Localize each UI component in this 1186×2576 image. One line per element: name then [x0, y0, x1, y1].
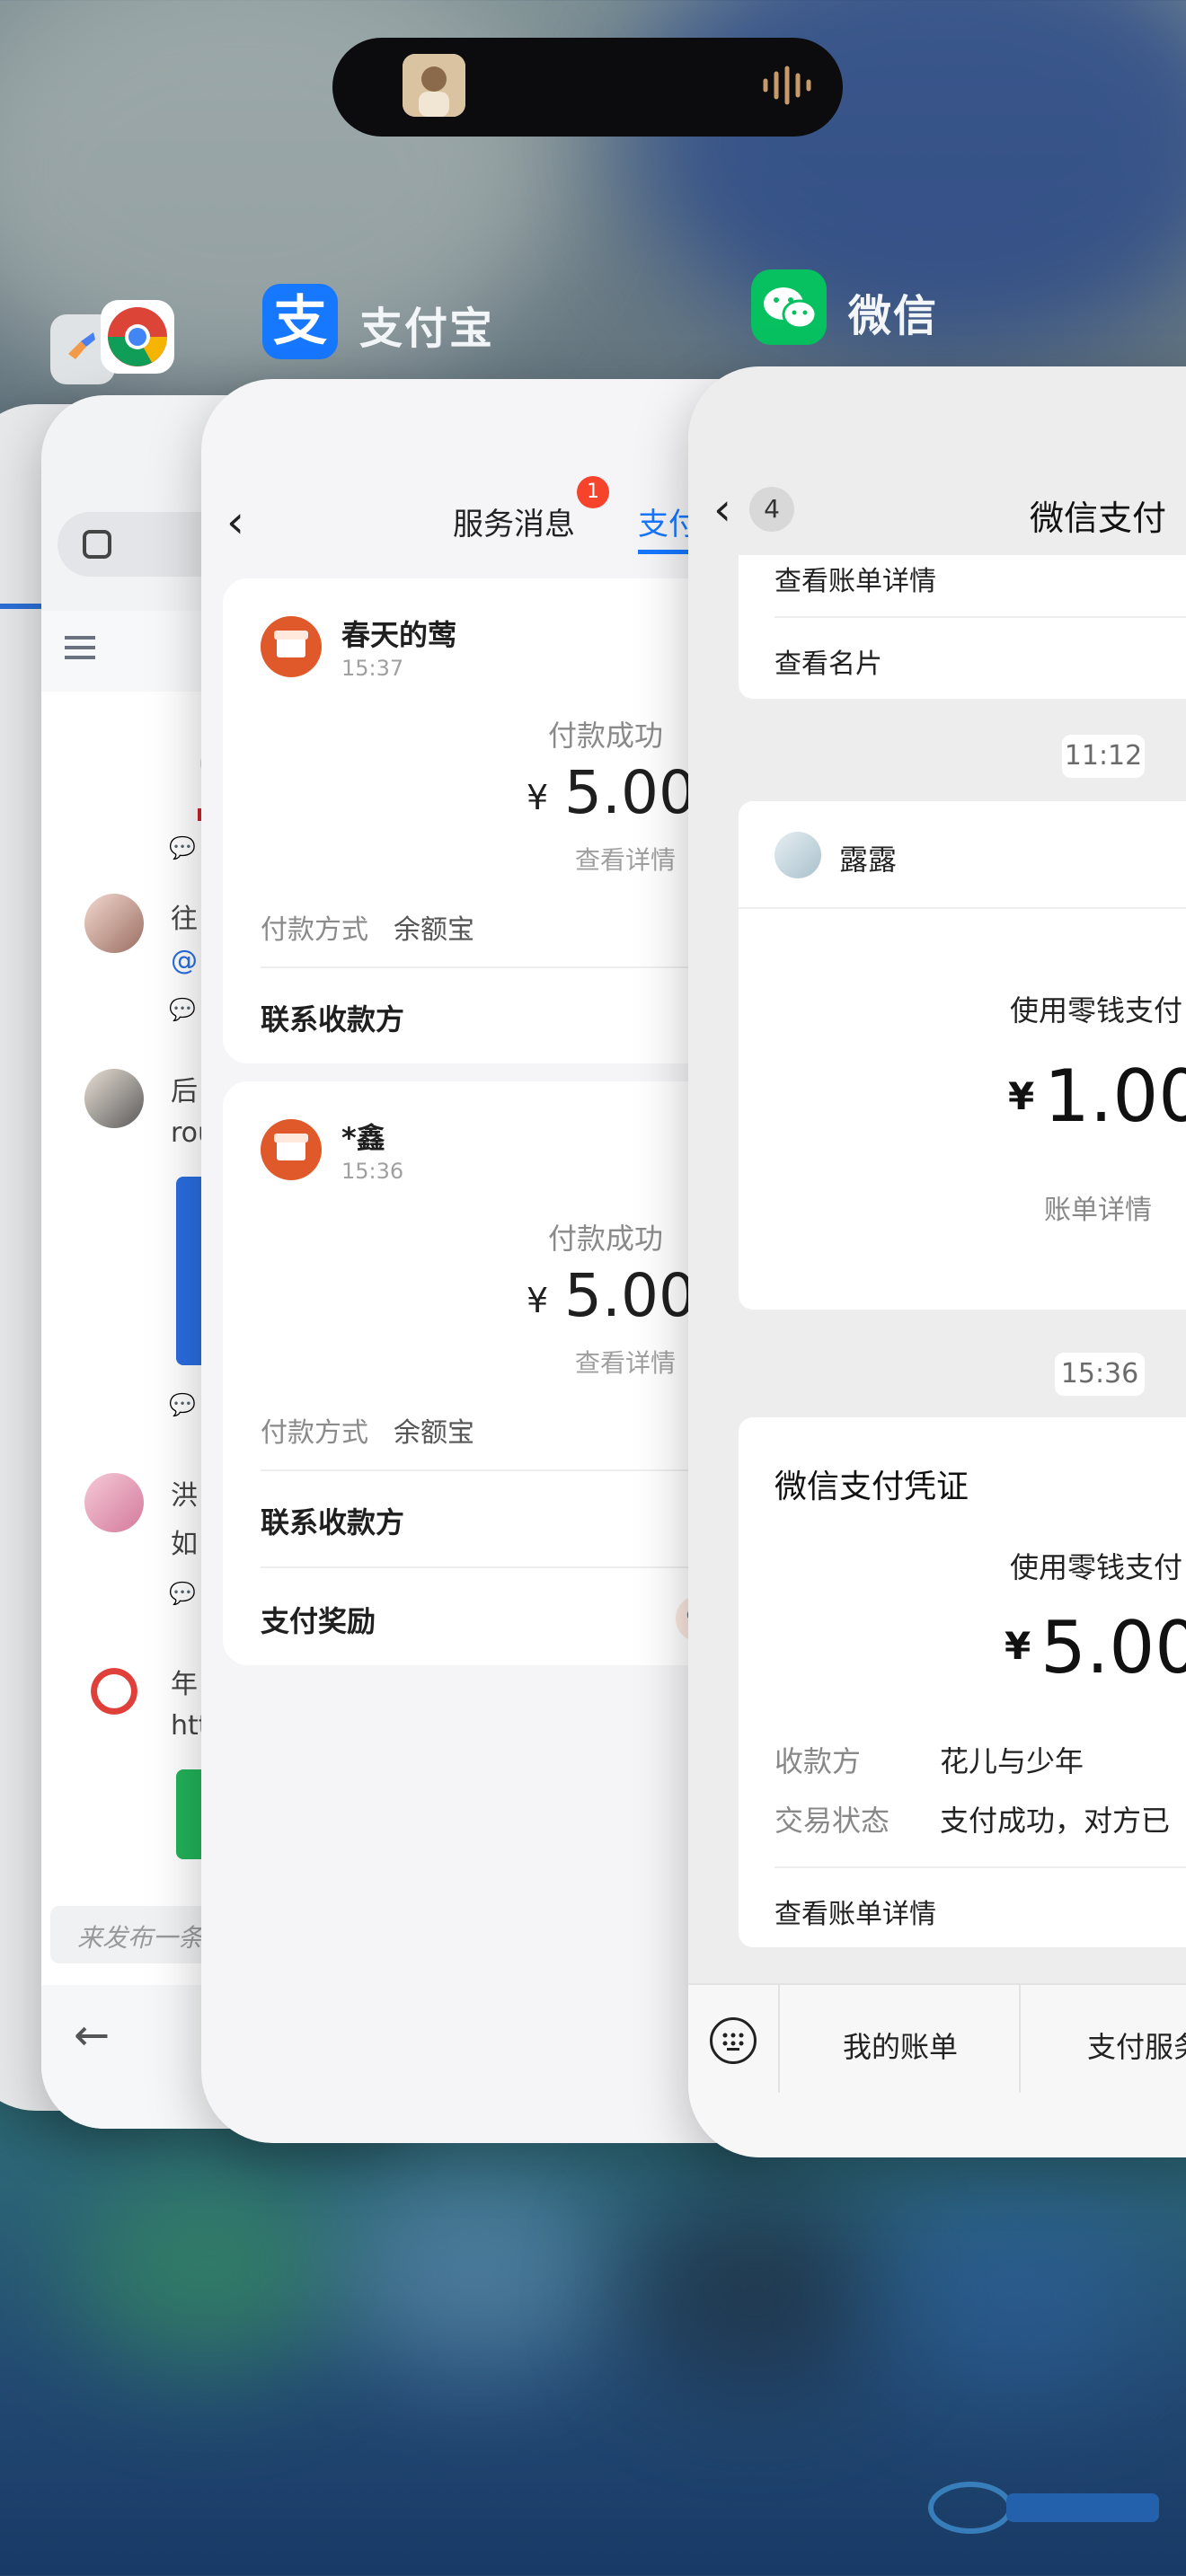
comment-icon[interactable]: 💬	[169, 997, 196, 1022]
back-chevron-icon[interactable]: ‹	[226, 496, 244, 548]
view-bill-link[interactable]: 查看账单详情	[774, 1892, 936, 1931]
payment-amount: 1.00	[1044, 1054, 1186, 1138]
store-icon	[261, 1119, 322, 1180]
voucher-title: 微信支付凭证	[774, 1469, 969, 1505]
currency-symbol: ¥	[1008, 1074, 1035, 1118]
pay-method-label: 付款方式	[261, 1417, 368, 1449]
post-input-placeholder: 来发布一条	[77, 1923, 204, 1953]
payment-desc: 使用零钱支付	[1010, 993, 1183, 1028]
feed-author: 往	[171, 904, 198, 935]
chat-title: 微信支付	[1030, 498, 1167, 538]
merchant-name: 春天的莺	[341, 618, 457, 652]
wechat-app-card[interactable]: ‹ 4 微信支付 查看账单详情 查看名片 11:12 露露 使用零钱支付 ¥ 1…	[688, 366, 1186, 2157]
payment-status: 付款成功	[548, 719, 664, 753]
currency-symbol: ¥	[527, 1281, 549, 1320]
chrome-icon[interactable]	[101, 300, 174, 374]
divider	[774, 1866, 1186, 1868]
pay-method-value: 余额宝	[394, 1417, 474, 1449]
avatar[interactable]	[84, 1069, 144, 1128]
my-bills-menu[interactable]: 我的账单	[843, 2025, 958, 2066]
wechat-app-label: 微信	[848, 291, 939, 341]
sender-name: 露露	[839, 842, 898, 877]
payment-voucher-card[interactable]: 微信支付凭证 使用零钱支付 ¥ 5.00 收款方 花儿与少年 交易状态 支付成功…	[739, 1417, 1186, 1947]
payment-amount: 5.00	[1040, 1606, 1186, 1689]
feed-mention[interactable]: @	[171, 945, 198, 976]
comment-icon[interactable]: 💬	[169, 835, 196, 860]
lens-icon[interactable]	[83, 530, 111, 559]
contact-payee-button[interactable]: 联系收款方	[261, 1500, 404, 1541]
view-bill-link[interactable]: 查看账单详情	[774, 559, 936, 598]
store-icon	[261, 616, 322, 677]
pay-method-value: 余额宝	[394, 914, 474, 946]
avatar[interactable]	[84, 1473, 144, 1532]
view-details-link[interactable]: 查看详情	[575, 841, 676, 877]
sender-avatar[interactable]	[774, 832, 821, 878]
payment-amount: 5.00	[564, 758, 696, 827]
keyboard-icon[interactable]	[710, 2017, 757, 2064]
avatar[interactable]	[84, 1662, 144, 1721]
watermark-logo	[925, 2468, 1168, 2540]
bottom-menu-bar: 我的账单 支付服务	[688, 1983, 1186, 2157]
message-card[interactable]: 查看账单详情 查看名片	[739, 555, 1186, 699]
currency-symbol: ¥	[1005, 1624, 1031, 1668]
bill-details-link[interactable]: 账单详情	[1044, 1187, 1152, 1227]
alipay-icon[interactable]: 支	[262, 284, 338, 359]
wechat-icon[interactable]	[751, 269, 827, 345]
record-time: 15:37	[341, 656, 404, 681]
audio-waveform-icon	[760, 65, 814, 106]
payment-amount: 5.00	[564, 1261, 696, 1330]
payment-desc: 使用零钱支付	[1010, 1550, 1183, 1584]
pay-method-label: 付款方式	[261, 914, 368, 946]
unread-badge: 1	[577, 476, 609, 508]
feed-author: 后	[171, 1076, 198, 1107]
divider	[1019, 1985, 1021, 2093]
payee-value: 花儿与少年	[940, 1744, 1084, 1778]
feed-text: 如	[171, 1529, 198, 1560]
menu-icon[interactable]	[65, 636, 95, 640]
status-label: 交易状态	[774, 1804, 890, 1838]
comment-icon[interactable]: 💬	[169, 1392, 196, 1417]
feed-author: 洪	[171, 1480, 198, 1512]
pay-services-menu[interactable]: 支付服务	[1087, 2025, 1186, 2066]
status-value: 支付成功，对方已	[940, 1804, 1171, 1838]
currency-symbol: ¥	[527, 778, 549, 817]
avatar[interactable]	[84, 894, 144, 953]
payment-reward-button[interactable]: 支付奖励	[261, 1599, 376, 1640]
contact-payee-button[interactable]: 联系收款方	[261, 997, 404, 1038]
timestamp: 15:36	[1055, 1353, 1145, 1396]
timestamp: 11:12	[1062, 735, 1145, 778]
view-card-link[interactable]: 查看名片	[774, 641, 882, 681]
payee-label: 收款方	[774, 1744, 862, 1778]
comment-icon[interactable]: 💬	[169, 1581, 196, 1606]
record-time: 15:36	[341, 1159, 404, 1184]
view-details-link[interactable]: 查看详情	[575, 1344, 676, 1380]
alipay-app-label: 支付宝	[359, 304, 495, 354]
back-arrow-icon[interactable]: ←	[74, 2010, 110, 2060]
divider	[739, 907, 1186, 909]
unread-count-badge: 4	[749, 487, 794, 532]
divider	[778, 1985, 780, 2093]
payment-message-card[interactable]: 露露 使用零钱支付 ¥ 1.00 账单详情 ›	[739, 801, 1186, 1310]
feed-author: 年	[171, 1669, 198, 1700]
now-playing-album-art	[403, 54, 465, 117]
payment-status: 付款成功	[548, 1222, 664, 1256]
tab-service-messages[interactable]: 服务消息	[453, 499, 575, 543]
merchant-name: *鑫	[341, 1121, 385, 1155]
divider	[774, 616, 1186, 618]
back-chevron-icon[interactable]: ‹	[713, 483, 731, 535]
